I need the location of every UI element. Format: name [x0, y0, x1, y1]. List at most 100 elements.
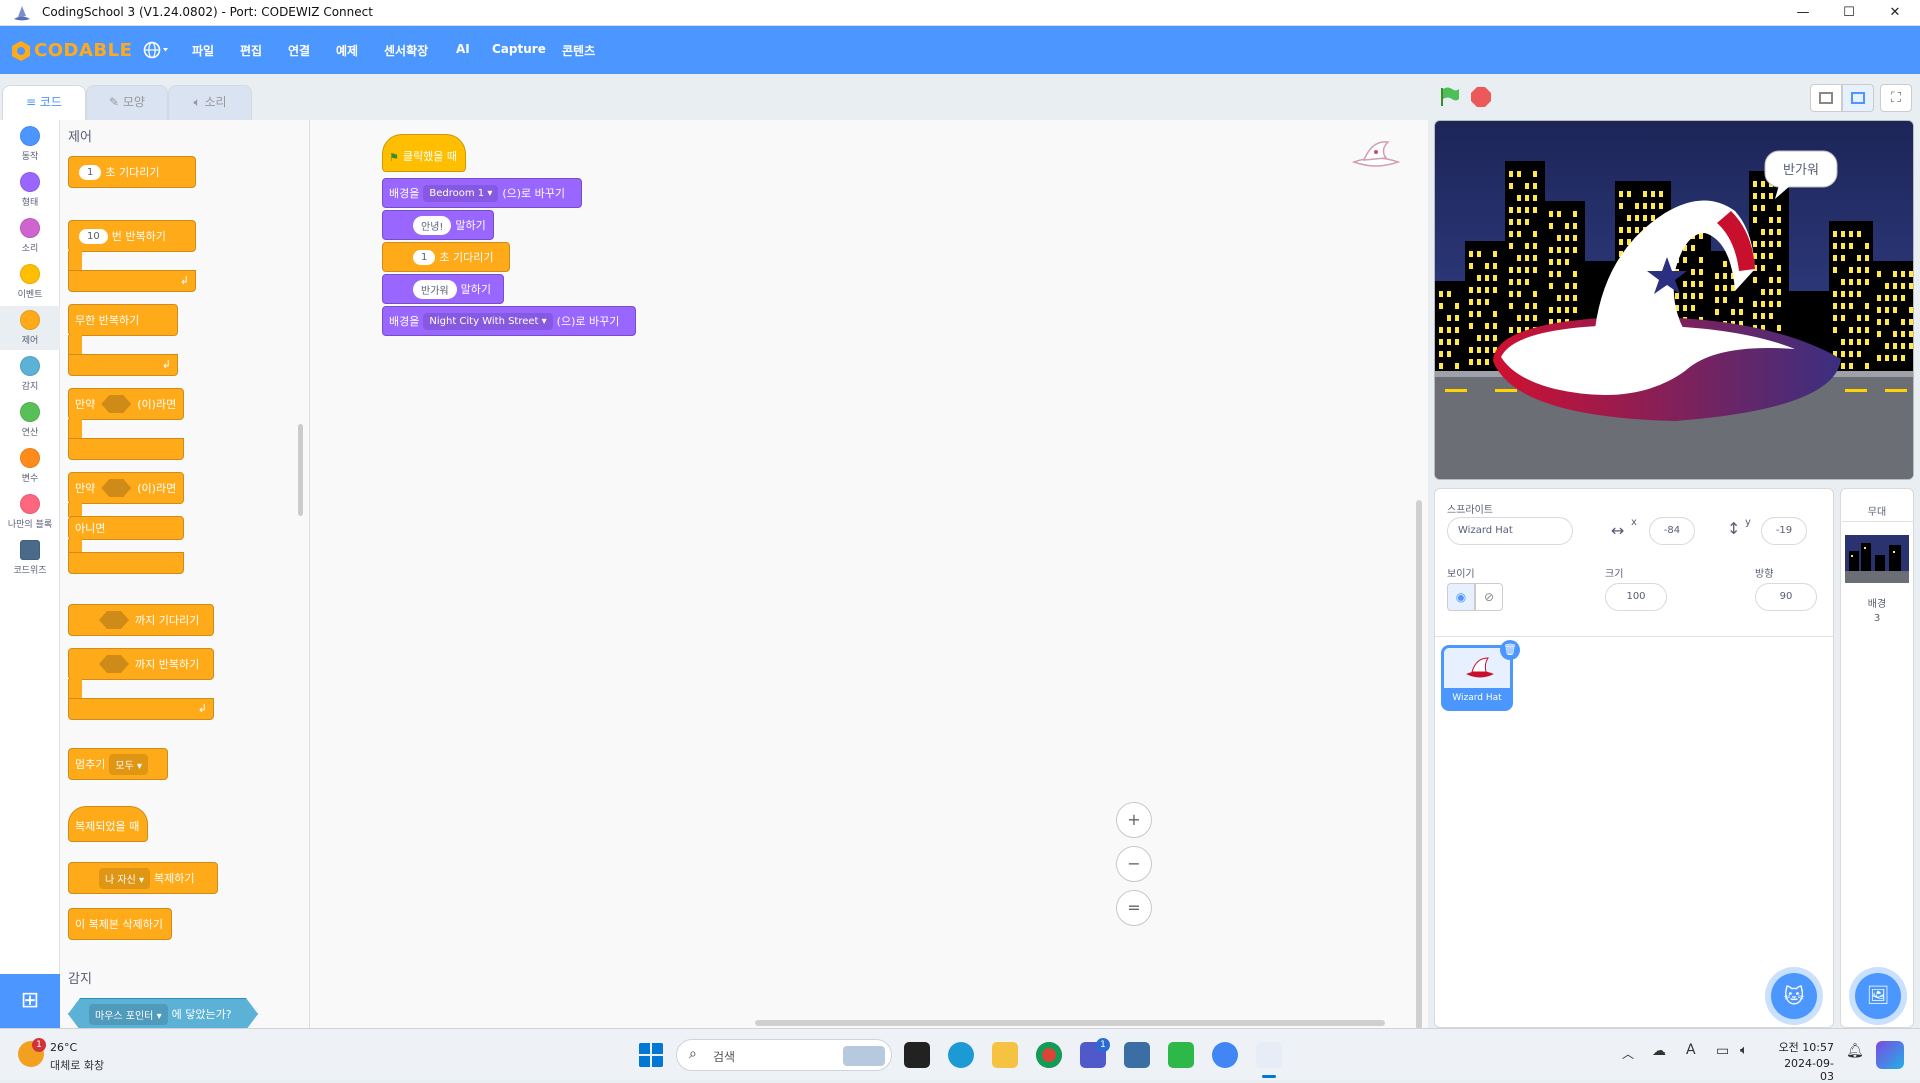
category-motion[interactable]: 동작: [0, 126, 60, 162]
zoom-reset-button[interactable]: =: [1116, 890, 1152, 926]
category-looks[interactable]: 형태: [0, 172, 60, 208]
script-wait-input[interactable]: 1: [413, 249, 436, 265]
small-stage-button[interactable]: [1810, 84, 1842, 112]
palette-scrollbar[interactable]: [298, 424, 303, 516]
maximize-button[interactable]: ☐: [1826, 0, 1872, 26]
notification-bell-icon[interactable]: 🔔︎: [1846, 1043, 1864, 1059]
kakaotalk-app-icon[interactable]: [1168, 1042, 1194, 1068]
taskbar-search-box[interactable]: ⌕ 검색: [676, 1039, 892, 1071]
direction-input[interactable]: 90: [1755, 583, 1817, 611]
category-variables[interactable]: 변수: [0, 448, 60, 484]
show-sprite-button[interactable]: ◉: [1447, 583, 1475, 611]
large-stage-button[interactable]: [1842, 84, 1874, 112]
add-backdrop-button[interactable]: 🖼︎: [1855, 973, 1901, 1019]
script-when-flag-clicked[interactable]: ⚑ 클릭했을 때: [382, 134, 466, 172]
block-forever[interactable]: 무한 반복하기 ↲: [68, 304, 198, 376]
wait-seconds-input[interactable]: 1: [79, 164, 102, 180]
workspace-h-scrollbar[interactable]: [755, 1020, 1385, 1026]
menu-sensor-ext[interactable]: 센서확장: [384, 42, 428, 59]
sprite-name-input[interactable]: Wizard Hat: [1447, 517, 1573, 545]
category-codewiz[interactable]: 코드위즈: [0, 540, 60, 576]
category-my-blocks[interactable]: 나만의 블록: [0, 494, 60, 530]
chrome-icon[interactable]: [1036, 1042, 1062, 1068]
notepad-icon[interactable]: [1124, 1042, 1150, 1068]
say-text-input-1[interactable]: 안녕!: [413, 215, 452, 235]
category-sound[interactable]: 소리: [0, 218, 60, 254]
menu-examples[interactable]: 예제: [336, 42, 358, 59]
tab-costume[interactable]: ✎ 모양: [86, 85, 168, 120]
task-view-icon[interactable]: [904, 1042, 930, 1068]
globe-icon[interactable]: [143, 41, 169, 59]
block-if-then[interactable]: 만약 (이)라면: [68, 388, 198, 460]
clone-target-dropdown[interactable]: 나 자신 ▾: [99, 867, 150, 889]
block-touching[interactable]: 마우스 포인터 ▾ 에 닿았는가?: [68, 998, 258, 1028]
stage-canvas[interactable]: 반가워: [1434, 120, 1914, 480]
stop-button[interactable]: [1470, 86, 1492, 108]
hide-sprite-button[interactable]: ⊘: [1475, 583, 1503, 611]
script-say-1[interactable]: 안녕! 말하기: [382, 210, 494, 240]
tray-chevron-icon[interactable]: ︿: [1622, 1045, 1634, 1062]
sprite-tile-wizard-hat[interactable]: Wizard Hat 🗑︎: [1441, 640, 1520, 711]
category-events[interactable]: 이벤트: [0, 264, 60, 300]
file-explorer-icon[interactable]: [992, 1042, 1018, 1068]
delete-sprite-button[interactable]: 🗑︎: [1500, 640, 1520, 660]
minimize-button[interactable]: —: [1780, 0, 1826, 26]
script-say-2[interactable]: 반가워 말하기: [382, 274, 504, 304]
workspace-v-scrollbar[interactable]: [1416, 500, 1422, 1030]
category-operators[interactable]: 연산: [0, 402, 60, 438]
code-workspace[interactable]: ⚑ 클릭했을 때 배경을 Bedroom 1 ▾ (으)로 바꾸기 안녕! 말하기 1초…: [310, 120, 1428, 1030]
script-wait[interactable]: 1초 기다리기: [382, 242, 510, 272]
onedrive-icon[interactable]: ☁︎: [1652, 1043, 1666, 1059]
script-switch-backdrop-2[interactable]: 배경을 Night City With Street ▾ (으)로 바꾸기: [382, 306, 636, 336]
stage-selector-panel[interactable]: 무대 배경 3 🖼︎: [1840, 488, 1914, 1028]
clock-date[interactable]: 2024-09-03: [1772, 1057, 1834, 1083]
category-sensing[interactable]: 감지: [0, 356, 60, 392]
say-text-input-2[interactable]: 반가워: [413, 279, 457, 299]
clock-time[interactable]: 오전 10:57: [1772, 1039, 1834, 1055]
condition-slot[interactable]: [101, 479, 132, 497]
category-control[interactable]: 제어: [0, 306, 60, 350]
menu-capture[interactable]: Capture: [492, 42, 546, 56]
block-when-cloned[interactable]: 복제되었을 때: [68, 806, 148, 842]
script-switch-backdrop-1[interactable]: 배경을 Bedroom 1 ▾ (으)로 바꾸기: [382, 178, 582, 208]
block-repeat[interactable]: 10 번 반복하기 ↲: [68, 220, 198, 292]
menu-contents[interactable]: 콘텐츠: [562, 42, 595, 59]
block-wait[interactable]: 1초 기다리기: [68, 156, 196, 188]
block-create-clone[interactable]: 나 자신 ▾ 복제하기: [68, 862, 218, 894]
block-delete-clone[interactable]: 이 복제본 삭제하기: [68, 908, 172, 940]
chrome-profile-icon[interactable]: [1212, 1042, 1238, 1068]
block-repeat-until[interactable]: 까지 반복하기 ↲: [68, 648, 214, 722]
menu-edit[interactable]: 편집: [240, 42, 262, 59]
windows-start-icon[interactable]: [638, 1042, 664, 1068]
ime-indicator-icon[interactable]: A: [1686, 1042, 1696, 1058]
x-input[interactable]: -84: [1649, 517, 1695, 545]
volume-icon[interactable]: 🔈︎: [1740, 1043, 1748, 1058]
menu-connect[interactable]: 연결: [288, 42, 310, 59]
condition-slot[interactable]: [101, 395, 132, 413]
backdrop-dropdown-1[interactable]: Bedroom 1 ▾: [423, 184, 499, 202]
menu-file[interactable]: 파일: [192, 42, 214, 59]
codingschool-taskbar-icon[interactable]: [1256, 1042, 1282, 1068]
touching-target-dropdown[interactable]: 마우스 포인터 ▾: [89, 1004, 168, 1025]
y-input[interactable]: -19: [1761, 517, 1807, 545]
menu-ai[interactable]: AI: [456, 42, 470, 56]
edge-icon[interactable]: [948, 1042, 974, 1068]
add-sprite-button[interactable]: 🐱︎: [1771, 973, 1817, 1019]
block-wait-until[interactable]: 까지 기다리기: [68, 604, 214, 636]
block-stop[interactable]: 멈추기 모두 ▾: [68, 748, 168, 780]
backdrop-dropdown-2[interactable]: Night City With Street ▾: [423, 312, 553, 330]
copilot-icon[interactable]: [1876, 1041, 1904, 1069]
add-extension-button[interactable]: ⊞: [0, 974, 60, 1028]
condition-slot[interactable]: [99, 655, 129, 673]
condition-slot[interactable]: [99, 611, 129, 629]
tab-code[interactable]: ≡ 코드: [2, 85, 86, 121]
network-icon[interactable]: ▭: [1716, 1043, 1729, 1059]
size-input[interactable]: 100: [1605, 583, 1667, 611]
block-if-else[interactable]: 만약 (이)라면 아니면: [68, 472, 198, 594]
zoom-in-button[interactable]: +: [1116, 802, 1152, 838]
fullscreen-button[interactable]: ⛶: [1880, 84, 1912, 112]
stop-option-dropdown[interactable]: 모두 ▾: [109, 753, 148, 775]
zoom-out-button[interactable]: −: [1116, 846, 1152, 882]
close-button[interactable]: ✕: [1872, 0, 1918, 26]
repeat-count-input[interactable]: 10: [79, 228, 108, 244]
